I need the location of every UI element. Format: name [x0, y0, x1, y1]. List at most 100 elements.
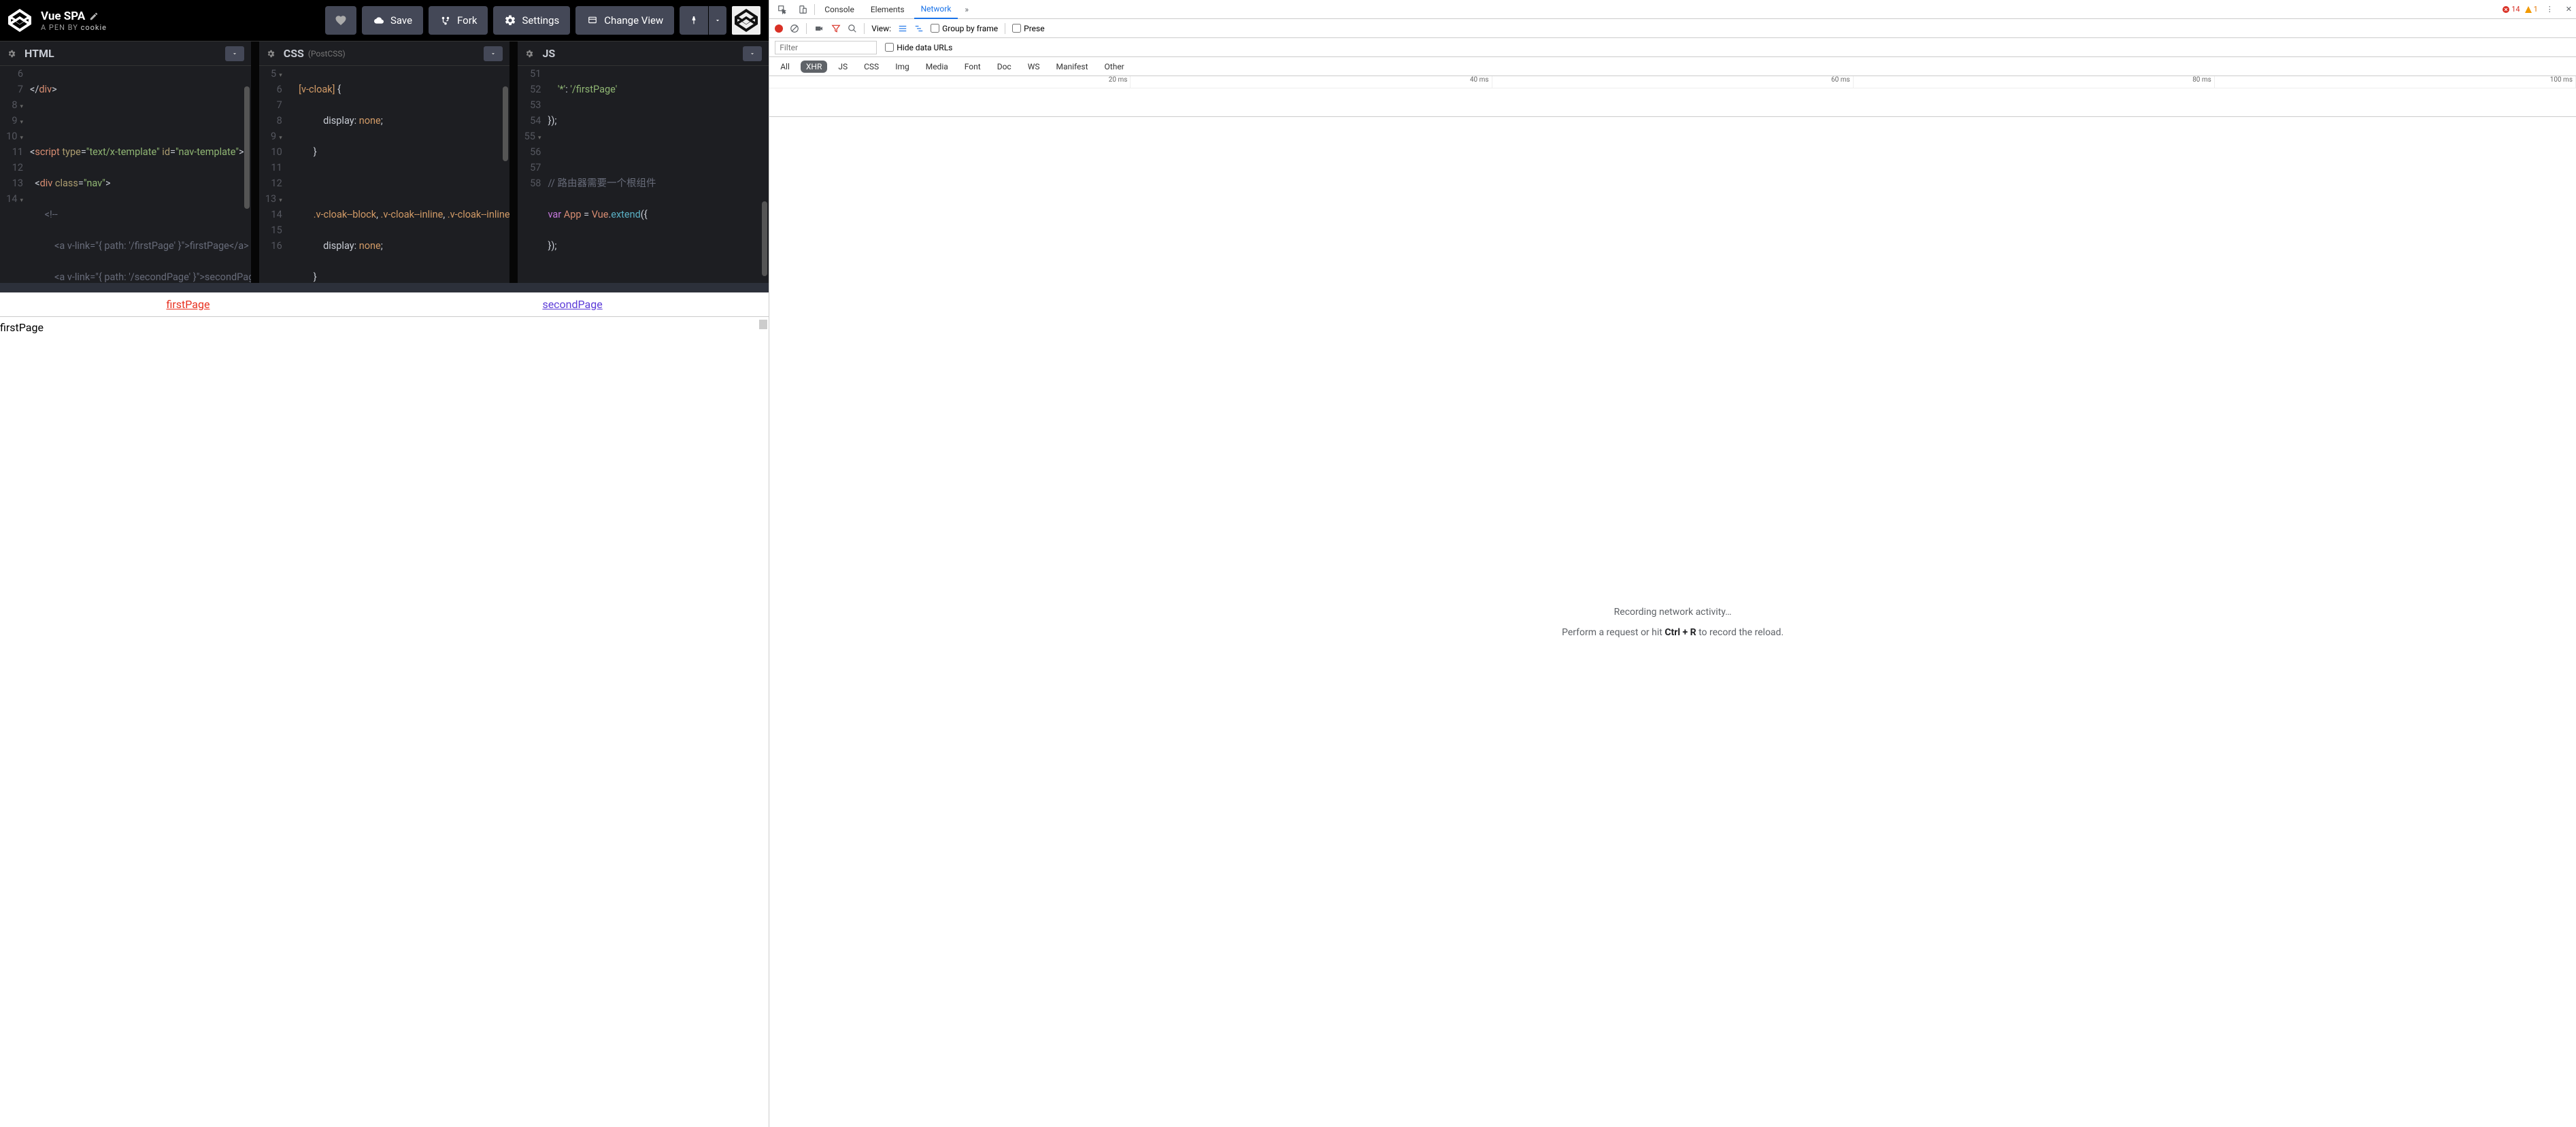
css-pane-menu[interactable]: [484, 46, 503, 61]
html-editor[interactable]: 67891011121314 </div> <script type="text…: [0, 66, 251, 283]
group-by-frame-checkbox[interactable]: Group by frame: [931, 24, 998, 33]
clear-icon[interactable]: [790, 24, 799, 33]
css-pane-header: CSS (PostCSS): [259, 41, 510, 66]
heart-icon: [335, 14, 347, 27]
css-code: [v-cloak] { display: none; } .v-cloak--b…: [289, 66, 510, 283]
type-css[interactable]: CSS: [858, 61, 884, 73]
js-pane-header: JS: [518, 41, 769, 66]
pin-button[interactable]: [680, 6, 708, 35]
close-icon[interactable]: ✕: [2562, 2, 2576, 16]
fork-icon: [439, 16, 452, 25]
result-content: firstPage: [0, 317, 769, 338]
html-code: </div> <script type="text/x-template" id…: [30, 66, 251, 283]
record-button[interactable]: [775, 24, 783, 33]
pen-title[interactable]: Vue SPA: [41, 10, 85, 23]
cloud-icon: [373, 16, 385, 25]
network-empty-state: Recording network activity… Perform a re…: [769, 117, 2576, 1127]
view-label: View:: [871, 24, 891, 33]
result-pane: firstPage secondPage firstPage: [0, 292, 769, 1127]
network-type-filters: All XHR JS CSS Img Media Font Doc WS Man…: [769, 57, 2576, 76]
network-timeline[interactable]: 20 ms 40 ms 60 ms 80 ms 100 ms: [769, 76, 2576, 117]
preserve-log-checkbox[interactable]: Prese: [1012, 24, 1044, 33]
js-gutter: 5152535455565758: [518, 66, 548, 283]
change-view-button[interactable]: Change View: [575, 6, 674, 35]
recording-text: Recording network activity…: [1614, 607, 1732, 618]
settings-button[interactable]: Settings: [493, 6, 570, 35]
network-filter-row: Hide data URLs: [769, 38, 2576, 57]
warning-badge[interactable]: 1: [2524, 5, 2538, 14]
view-icon: [586, 16, 599, 25]
codepen-logo-icon[interactable]: [8, 9, 31, 32]
type-media[interactable]: Media: [920, 61, 954, 73]
css-gutter: 5678910111213141516: [259, 66, 289, 283]
nav-link-first[interactable]: firstPage: [166, 298, 210, 311]
filter-input[interactable]: [775, 41, 877, 54]
tab-console[interactable]: Console: [818, 1, 861, 18]
html-pane: HTML 67891011121314 </div> <script type=…: [0, 41, 251, 283]
fork-button[interactable]: Fork: [429, 6, 488, 35]
type-doc[interactable]: Doc: [992, 61, 1017, 73]
tab-elements[interactable]: Elements: [864, 1, 911, 18]
devtools: Console Elements Network » 14 1 ⋮ ✕ View…: [769, 0, 2576, 1127]
nav-link-second[interactable]: secondPage: [542, 298, 602, 311]
pin-icon: [689, 15, 699, 26]
author-link[interactable]: cookie: [81, 23, 107, 32]
css-pane-subtitle: (PostCSS): [308, 49, 346, 58]
result-scrollbar[interactable]: [759, 320, 767, 329]
hide-data-urls-checkbox[interactable]: Hide data URLs: [885, 43, 952, 52]
html-pane-menu[interactable]: [225, 46, 244, 61]
camera-icon[interactable]: [814, 24, 824, 33]
html-pane-title: HTML: [24, 47, 54, 60]
css-pane: CSS (PostCSS) 5678910111213141516 [v-clo…: [259, 41, 510, 283]
html-pane-header: HTML: [0, 41, 251, 66]
scrollbar-thumb[interactable]: [244, 86, 250, 209]
type-xhr[interactable]: XHR: [801, 61, 827, 73]
editor-panes: HTML 67891011121314 </div> <script type=…: [0, 41, 769, 292]
filter-icon[interactable]: [831, 24, 841, 33]
result-nav: firstPage secondPage: [0, 292, 769, 317]
type-js[interactable]: JS: [833, 61, 853, 73]
gear-icon[interactable]: [7, 49, 16, 58]
pen-title-area: Vue SPA A PEN BY cookie: [41, 10, 320, 32]
type-manifest[interactable]: Manifest: [1050, 61, 1093, 73]
css-editor[interactable]: 5678910111213141516 [v-cloak] { display:…: [259, 66, 510, 283]
gear-icon: [504, 14, 516, 27]
more-tabs-icon[interactable]: »: [960, 2, 973, 17]
codepen-app: Vue SPA A PEN BY cookie Save Fork Settin…: [0, 0, 769, 1127]
device-icon[interactable]: [794, 2, 812, 17]
type-ws[interactable]: WS: [1022, 61, 1046, 73]
type-img[interactable]: Img: [890, 61, 915, 73]
error-badge[interactable]: 14: [2502, 5, 2520, 14]
user-avatar[interactable]: [732, 6, 760, 35]
inspect-icon[interactable]: [773, 2, 791, 17]
hint-text: Perform a request or hit Ctrl + R to rec…: [1562, 627, 1784, 638]
author-prefix: A PEN BY: [41, 23, 81, 32]
kebab-icon[interactable]: ⋮: [2542, 2, 2558, 16]
html-gutter: 67891011121314: [0, 66, 30, 283]
codepen-header: Vue SPA A PEN BY cookie Save Fork Settin…: [0, 0, 769, 41]
scrollbar-thumb[interactable]: [762, 201, 767, 276]
pin-dropdown[interactable]: [709, 6, 726, 35]
devtools-tabs: Console Elements Network » 14 1 ⋮ ✕: [769, 0, 2576, 19]
edit-title-icon[interactable]: [89, 12, 99, 21]
js-pane-menu[interactable]: [743, 46, 762, 61]
css-pane-title: CSS: [284, 47, 304, 60]
scrollbar-thumb[interactable]: [503, 86, 508, 161]
save-button[interactable]: Save: [362, 6, 423, 35]
network-toolbar: View: Group by frame Prese: [769, 19, 2576, 38]
gear-icon[interactable]: [524, 49, 534, 58]
type-other[interactable]: Other: [1099, 61, 1130, 73]
gear-icon[interactable]: [266, 49, 275, 58]
js-editor[interactable]: 5152535455565758 '*': '/firstPage' }); /…: [518, 66, 769, 283]
js-pane: JS 5152535455565758 '*': '/firstPage' })…: [518, 41, 769, 283]
tab-network[interactable]: Network: [914, 0, 958, 19]
js-pane-title: JS: [542, 47, 555, 60]
waterfall-view-icon[interactable]: [914, 24, 924, 33]
list-view-icon[interactable]: [898, 24, 907, 33]
like-button[interactable]: [325, 6, 356, 35]
js-code: '*': '/firstPage' }); // 路由器需要一个根组件 var …: [548, 66, 769, 283]
search-icon[interactable]: [848, 24, 857, 33]
chevron-down-icon: [714, 17, 721, 24]
type-all[interactable]: All: [775, 61, 795, 73]
type-font[interactable]: Font: [959, 61, 986, 73]
